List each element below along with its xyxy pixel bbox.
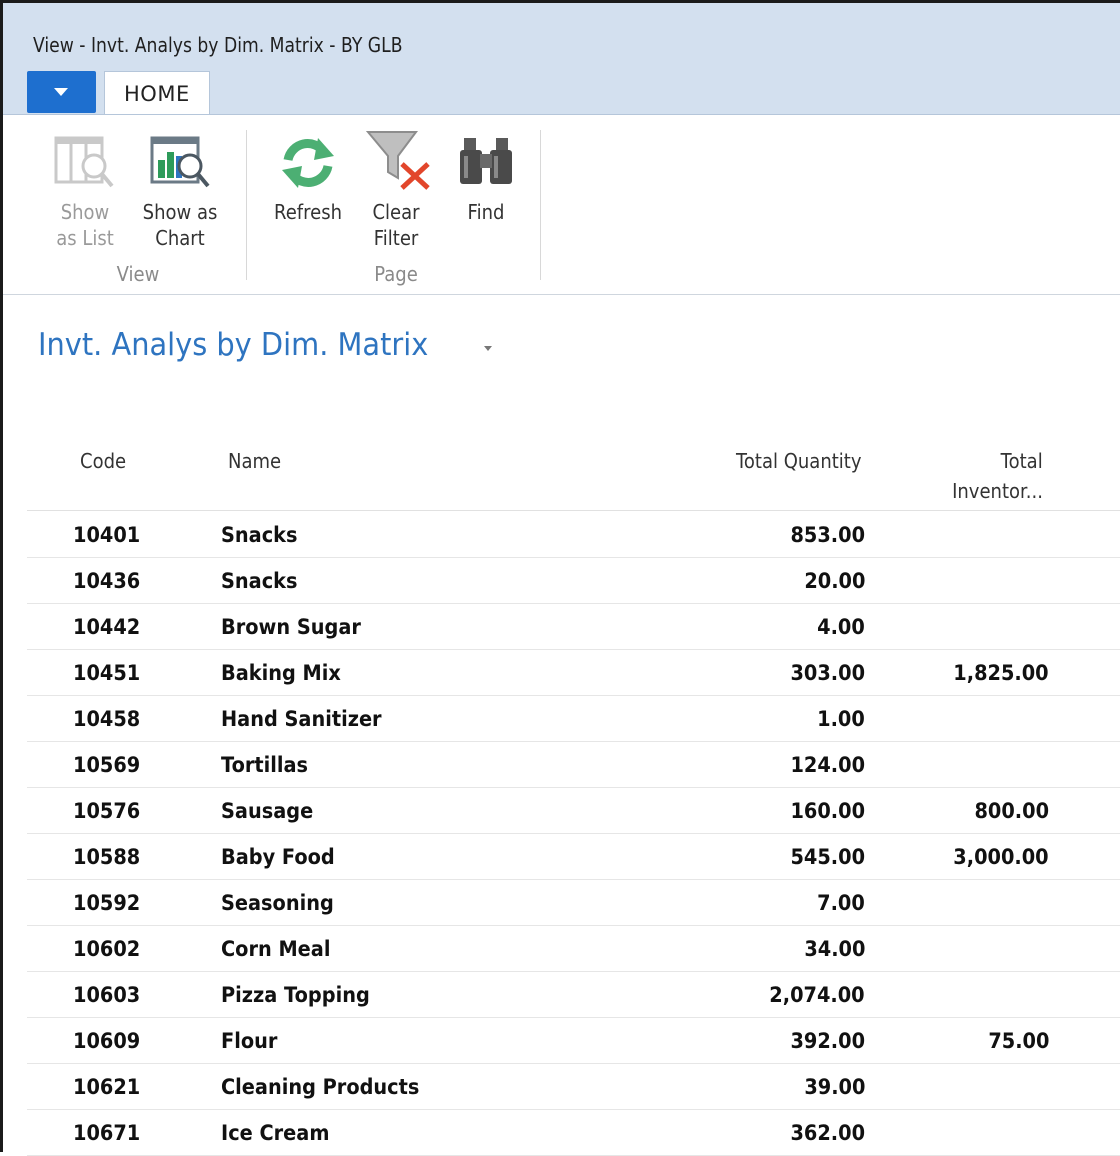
cell-total-quantity: 4.00 [817,615,865,639]
refresh-button[interactable]: Refresh [262,130,354,260]
cell-total-quantity: 1.00 [817,707,865,731]
cell-total-quantity: 362.00 [790,1121,865,1145]
cell-code: 10602 [73,937,141,961]
ribbon-group-view: View [116,262,160,286]
cell-name: Seasoning [221,891,334,915]
cell-code: 10436 [73,569,141,593]
cell-total-quantity: 7.00 [817,891,865,915]
table-row[interactable]: 10588 Baby Food 545.00 3,000.00 [27,834,1120,880]
cell-name: Flour [221,1029,278,1053]
cell-name: Ice Cream [221,1121,330,1145]
table-row[interactable]: 10603 Pizza Topping 2,074.00 [27,972,1120,1018]
table-row[interactable]: 10609 Flour 392.00 75.00 [27,1018,1120,1064]
window-title: View - Invt. Analys by Dim. Matrix - BY … [33,33,403,57]
show-as-list-button[interactable]: Show as List [48,130,122,260]
cell-name: Baking Mix [221,661,341,685]
find-button[interactable]: Find [448,130,524,260]
column-header-code[interactable]: Code [80,446,126,476]
column-header-total-inventory-line2[interactable]: Inventor... [952,476,1043,506]
column-header-total-quantity[interactable]: Total Quantity [735,446,861,476]
clear-filter-button[interactable]: Clear Filter [358,130,434,260]
cell-name: Baby Food [221,845,335,869]
cell-total-inventory: 1,825.00 [953,661,1049,685]
cell-total-quantity: 545.00 [790,845,865,869]
table-row[interactable]: 10458 Hand Sanitizer 1.00 [27,696,1120,742]
table-row[interactable]: 10592 Seasoning 7.00 [27,880,1120,926]
cell-total-inventory: 3,000.00 [953,845,1049,869]
ribbon-separator [246,130,247,280]
cell-name: Pizza Topping [221,983,370,1007]
cell-total-quantity: 2,074.00 [769,983,865,1007]
show-as-chart-label-1: Show as [142,200,218,224]
cell-name: Sausage [221,799,314,823]
cell-name: Hand Sanitizer [221,707,382,731]
cell-name: Corn Meal [221,937,331,961]
cell-total-quantity: 34.00 [803,937,865,961]
clear-filter-label-1: Clear [372,200,420,224]
ribbon-group-page: Page [374,262,418,286]
cell-code: 10671 [73,1121,141,1145]
chart-view-icon [150,136,210,188]
table-row[interactable]: 10569 Tortillas 124.00 [27,742,1120,788]
cell-code: 10609 [73,1029,141,1053]
list-view-icon [54,136,114,188]
cell-name: Cleaning Products [221,1075,420,1099]
cell-code: 10401 [73,523,141,547]
table-row[interactable]: 10451 Baking Mix 303.00 1,825.00 [27,650,1120,696]
show-as-chart-button[interactable]: Show as Chart [130,130,230,260]
table-row[interactable]: 10621 Cleaning Products 39.00 [27,1064,1120,1110]
cell-code: 10442 [73,615,141,639]
page-title[interactable]: Invt. Analys by Dim. Matrix [38,327,428,363]
show-as-list-label-1: Show [60,200,110,224]
cell-code: 10603 [73,983,141,1007]
cell-name: Snacks [221,523,298,547]
cell-total-quantity: 853.00 [790,523,865,547]
cell-code: 10588 [73,845,141,869]
column-header-name[interactable]: Name [228,446,281,476]
refresh-icon [282,138,334,188]
cell-code: 10569 [73,753,141,777]
ribbon-separator [540,130,541,280]
cell-total-inventory: 800.00 [974,799,1049,823]
header-divider [27,510,1120,511]
find-label: Find [467,200,505,224]
cell-total-quantity: 392.00 [790,1029,865,1053]
cell-code: 10592 [73,891,141,915]
binoculars-icon [460,138,512,184]
table-row[interactable]: 10602 Corn Meal 34.00 [27,926,1120,972]
tab-home-label: HOME [124,82,190,106]
show-as-list-label-2: as List [56,226,114,250]
clear-filter-icon [366,131,430,190]
cell-total-quantity: 160.00 [790,799,865,823]
cell-code: 10576 [73,799,141,823]
column-header-total-inventory-line1[interactable]: Total [1001,446,1043,476]
cell-name: Tortillas [221,753,309,777]
clear-filter-label-2: Filter [373,226,419,250]
table-row[interactable]: 10442 Brown Sugar 4.00 [27,604,1120,650]
triangle-down-icon [54,88,68,96]
cell-total-inventory: 75.00 [987,1029,1049,1053]
cell-total-quantity: 20.00 [803,569,865,593]
cell-total-quantity: 124.00 [790,753,865,777]
cell-code: 10451 [73,661,141,685]
cell-name: Snacks [221,569,298,593]
title-bar: View - Invt. Analys by Dim. Matrix - BY … [3,3,1120,66]
table-row[interactable]: 10436 Snacks 20.00 [27,558,1120,604]
refresh-label: Refresh [274,200,342,224]
table-row[interactable]: 10671 Ice Cream 362.00 [27,1110,1120,1156]
cell-name: Brown Sugar [221,615,361,639]
cell-total-quantity: 39.00 [803,1075,865,1099]
caret-down-icon[interactable] [484,346,492,351]
show-as-chart-label-2: Chart [155,226,205,250]
table-row[interactable]: 10576 Sausage 160.00 800.00 [27,788,1120,834]
cell-code: 10458 [73,707,141,731]
cell-code: 10621 [73,1075,141,1099]
app-menu-button[interactable] [27,71,96,113]
table-row[interactable]: 10401 Snacks 853.00 [27,512,1120,558]
tab-home[interactable]: HOME [104,71,210,116]
cell-total-quantity: 303.00 [790,661,865,685]
